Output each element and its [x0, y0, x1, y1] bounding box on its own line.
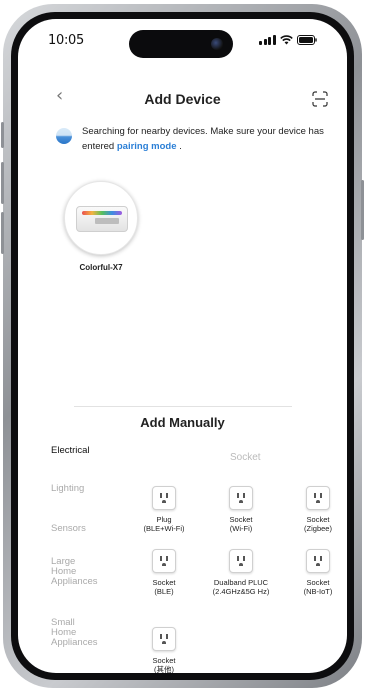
- device-type-label: Socket (Wi-Fi): [229, 515, 253, 533]
- action-button: [1, 122, 4, 148]
- device-type-socket-wifi[interactable]: Socket (Wi-Fi): [211, 486, 271, 533]
- phone-frame: 10:05 ‹ Add Device Searching for nearby …: [1, 4, 364, 688]
- device-type-label: Plug (BLE+Wi-Fi): [143, 515, 185, 533]
- category-lighting[interactable]: Lighting: [51, 484, 84, 494]
- pairing-mode-link[interactable]: pairing mode: [117, 141, 177, 152]
- searching-spinner-icon: [56, 128, 72, 144]
- device-type-label: Socket (Zigbee): [304, 515, 332, 533]
- device-type-label: Socket (NB-IoT): [303, 578, 333, 596]
- status-time: 10:05: [48, 33, 84, 48]
- category-small-home-appliances[interactable]: Small Home Appliances: [51, 618, 97, 648]
- wifi-icon: [279, 35, 293, 45]
- section-divider: [74, 406, 292, 407]
- found-device-card[interactable]: Colorful-X7: [62, 181, 140, 272]
- volume-down-button: [1, 212, 4, 254]
- controller-icon: [76, 206, 128, 232]
- category-sensors[interactable]: Sensors: [51, 524, 86, 534]
- page-title: Add Device: [144, 91, 221, 107]
- notice-text-end: .: [176, 141, 182, 152]
- device-image: [64, 181, 138, 255]
- socket-icon: [152, 549, 176, 573]
- socket-icon: [152, 627, 176, 651]
- device-type-label: Dualband PLUC (2.4GHz&5G Hz): [212, 578, 270, 596]
- app-header: ‹ Add Device: [18, 83, 347, 113]
- device-type-label: Socket (BLE): [152, 578, 176, 596]
- camera-icon: [211, 38, 223, 50]
- socket-icon: [229, 549, 253, 573]
- socket-icon: [306, 486, 330, 510]
- socket-icon: [152, 486, 176, 510]
- phone-bezel: 10:05 ‹ Add Device Searching for nearby …: [11, 12, 354, 680]
- device-type-dualband-pluc[interactable]: Dualband PLUC (2.4GHz&5G Hz): [211, 549, 271, 596]
- device-name: Colorful-X7: [79, 263, 123, 272]
- category-electrical[interactable]: Electrical: [51, 446, 90, 456]
- dynamic-island: [129, 30, 233, 58]
- scan-icon[interactable]: [312, 91, 328, 107]
- socket-icon: [229, 486, 253, 510]
- device-type-label: Socket (其他): [152, 656, 176, 673]
- category-large-home-appliances[interactable]: Large Home Appliances: [51, 557, 97, 587]
- section-title-socket: Socket: [230, 452, 261, 463]
- device-type-socket-nb-iot[interactable]: Socket (NB-IoT): [288, 549, 347, 596]
- device-type-socket-other[interactable]: Socket (其他): [134, 627, 194, 673]
- device-type-socket-zigbee[interactable]: Socket (Zigbee): [288, 486, 347, 533]
- add-manually-title: Add Manually: [140, 415, 225, 430]
- screen: 10:05 ‹ Add Device Searching for nearby …: [18, 19, 347, 673]
- signal-icon: [259, 35, 276, 45]
- status-bar: 10:05: [18, 19, 347, 59]
- volume-up-button: [1, 162, 4, 204]
- device-type-plug-ble-wifi[interactable]: Plug (BLE+Wi-Fi): [134, 486, 194, 533]
- status-icons: [259, 35, 317, 45]
- notice-text: Searching for nearby devices. Make sure …: [82, 124, 342, 154]
- device-type-socket-ble[interactable]: Socket (BLE): [134, 549, 194, 596]
- socket-icon: [306, 549, 330, 573]
- battery-icon: [296, 35, 317, 45]
- power-button: [361, 180, 364, 240]
